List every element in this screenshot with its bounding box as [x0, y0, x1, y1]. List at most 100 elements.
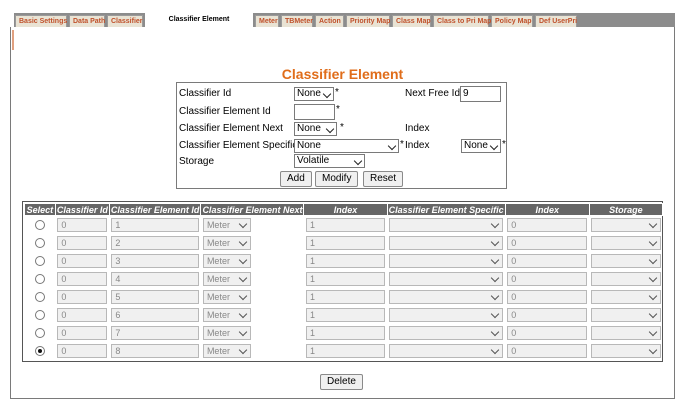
classifier-id-cell[interactable]: 0 — [57, 325, 108, 340]
tab-priority-map[interactable]: Priority Map — [346, 15, 390, 27]
tab-class-to-pri-map[interactable]: Class to Pri Map — [433, 15, 491, 27]
index2-cell[interactable]: 0 — [507, 307, 588, 322]
classifier-element-next-cell[interactable]: Meter — [202, 289, 251, 304]
tab-bar: Basic Settings Data Path Classifier Clas… — [14, 13, 675, 27]
classifier-element-specific-cell[interactable] — [389, 253, 504, 268]
row-select-radio[interactable] — [34, 219, 45, 230]
tab-action[interactable]: Action — [315, 15, 344, 27]
index2-cell[interactable]: 0 — [507, 289, 588, 304]
classifier-element-next-cell[interactable]: Meter — [202, 325, 251, 340]
index2-label: Index — [405, 140, 430, 151]
storage-select[interactable]: Volatile — [294, 154, 365, 168]
storage-cell[interactable] — [591, 253, 661, 268]
table-row: 0 6 Meter 1 0 — [25, 306, 663, 324]
classifier-id-cell[interactable]: 0 — [57, 343, 108, 358]
classifier-element-specific-select[interactable]: None — [294, 139, 399, 153]
storage-cell[interactable] — [591, 235, 661, 250]
index-cell[interactable]: 1 — [305, 307, 386, 322]
row-select-radio[interactable] — [34, 237, 45, 248]
classifier-element-specific-cell[interactable] — [389, 343, 504, 358]
tab-classifier-element[interactable]: Classifier Element — [145, 13, 253, 27]
index-cell[interactable]: 1 — [305, 325, 386, 340]
required-mark: * — [400, 139, 404, 150]
classifier-element-next-cell[interactable]: Meter — [202, 217, 251, 232]
classifier-element-id-field[interactable] — [294, 104, 335, 120]
classifier-element-specific-cell[interactable] — [389, 289, 504, 304]
classifier-element-id-cell[interactable]: 3 — [111, 253, 199, 268]
row-select-radio[interactable] — [34, 309, 45, 320]
classifier-element-next-cell[interactable]: Meter — [202, 307, 251, 322]
index-cell[interactable]: 1 — [305, 253, 386, 268]
classifier-element-next-select[interactable]: None — [294, 122, 337, 136]
classifier-id-cell[interactable]: 0 — [57, 289, 108, 304]
row-select-radio[interactable] — [34, 327, 45, 338]
index2-cell[interactable]: 0 — [507, 217, 588, 232]
classifier-element-next-cell[interactable]: Meter — [202, 271, 251, 286]
col-header-select: Select — [24, 203, 56, 216]
classifier-element-id-cell[interactable]: 2 — [111, 235, 199, 250]
page-title: Classifier Element — [281, 66, 404, 82]
next-free-id-field[interactable]: 9 — [460, 86, 501, 102]
tab-meter[interactable]: Meter — [255, 15, 279, 27]
classifier-element-next-cell[interactable]: Meter — [202, 253, 251, 268]
index-cell[interactable]: 1 — [305, 271, 386, 286]
classifier-element-specific-cell[interactable] — [389, 325, 504, 340]
storage-cell[interactable] — [591, 325, 661, 340]
classifier-element-form: Classifier Id None * Next Free Id 9 Clas… — [176, 82, 507, 189]
storage-cell[interactable] — [591, 289, 661, 304]
delete-button[interactable]: Delete — [320, 374, 363, 390]
storage-cell[interactable] — [591, 343, 661, 358]
tab-def-userpri[interactable]: Def UserPri — [535, 15, 577, 27]
classifier-element-id-cell[interactable]: 1 — [111, 217, 199, 232]
classifier-element-next-cell[interactable]: Meter — [202, 235, 251, 250]
classifier-id-cell[interactable]: 0 — [57, 217, 108, 232]
index2-cell[interactable]: 0 — [507, 253, 588, 268]
classifier-id-cell[interactable]: 0 — [57, 235, 108, 250]
index-cell[interactable]: 1 — [305, 217, 386, 232]
classifier-element-id-cell[interactable]: 4 — [111, 271, 199, 286]
modify-button[interactable]: Modify — [315, 171, 359, 187]
reset-button[interactable]: Reset — [363, 171, 404, 187]
classifier-id-label: Classifier Id — [179, 88, 232, 99]
index2-cell[interactable]: 0 — [507, 325, 588, 340]
storage-cell[interactable] — [591, 307, 661, 322]
row-select-radio[interactable] — [34, 291, 45, 302]
classifier-element-id-cell[interactable]: 5 — [111, 289, 199, 304]
row-select-radio[interactable] — [34, 273, 45, 284]
table-row: 0 7 Meter 1 0 — [25, 324, 663, 342]
tab-basic-settings[interactable]: Basic Settings — [15, 15, 67, 27]
index-cell[interactable]: 1 — [305, 343, 386, 358]
row-select-radio[interactable] — [34, 255, 45, 266]
classifier-element-id-cell[interactable]: 8 — [111, 343, 199, 358]
classifier-id-cell[interactable]: 0 — [57, 307, 108, 322]
classifier-element-specific-cell[interactable] — [389, 271, 504, 286]
classifier-element-specific-cell[interactable] — [389, 217, 504, 232]
classifier-id-cell[interactable]: 0 — [57, 271, 108, 286]
tab-classifier[interactable]: Classifier — [107, 15, 143, 27]
tab-tbmeter[interactable]: TBMeter — [281, 15, 313, 27]
classifier-id-select[interactable]: None — [294, 87, 334, 101]
storage-cell[interactable] — [591, 271, 661, 286]
classifier-element-specific-cell[interactable] — [389, 307, 504, 322]
col-header-classifier-id: Classifier Id — [54, 203, 110, 216]
tab-policy-map[interactable]: Policy Map — [491, 15, 533, 27]
tab-class-map[interactable]: Class Map — [392, 15, 431, 27]
index-cell[interactable]: 1 — [305, 289, 386, 304]
classifier-element-id-cell[interactable]: 7 — [111, 325, 199, 340]
index2-select[interactable]: None — [461, 139, 501, 153]
col-header-classifier-element-specific: Classifier Element Specific — [386, 203, 506, 216]
index-cell[interactable]: 1 — [305, 235, 386, 250]
tab-data-path[interactable]: Data Path — [69, 15, 105, 27]
add-button[interactable]: Add — [280, 171, 312, 187]
next-free-id-label: Next Free Id — [405, 88, 461, 99]
entries-table: Select Classifier Id Classifier Element … — [24, 203, 664, 360]
classifier-element-specific-cell[interactable] — [389, 235, 504, 250]
index2-cell[interactable]: 0 — [507, 271, 588, 286]
classifier-element-next-cell[interactable]: Meter — [202, 343, 251, 358]
classifier-id-cell[interactable]: 0 — [57, 253, 108, 268]
index2-cell[interactable]: 0 — [507, 343, 588, 358]
classifier-element-id-cell[interactable]: 6 — [111, 307, 199, 322]
storage-cell[interactable] — [591, 217, 661, 232]
index2-cell[interactable]: 0 — [507, 235, 588, 250]
row-select-radio[interactable] — [34, 345, 45, 356]
